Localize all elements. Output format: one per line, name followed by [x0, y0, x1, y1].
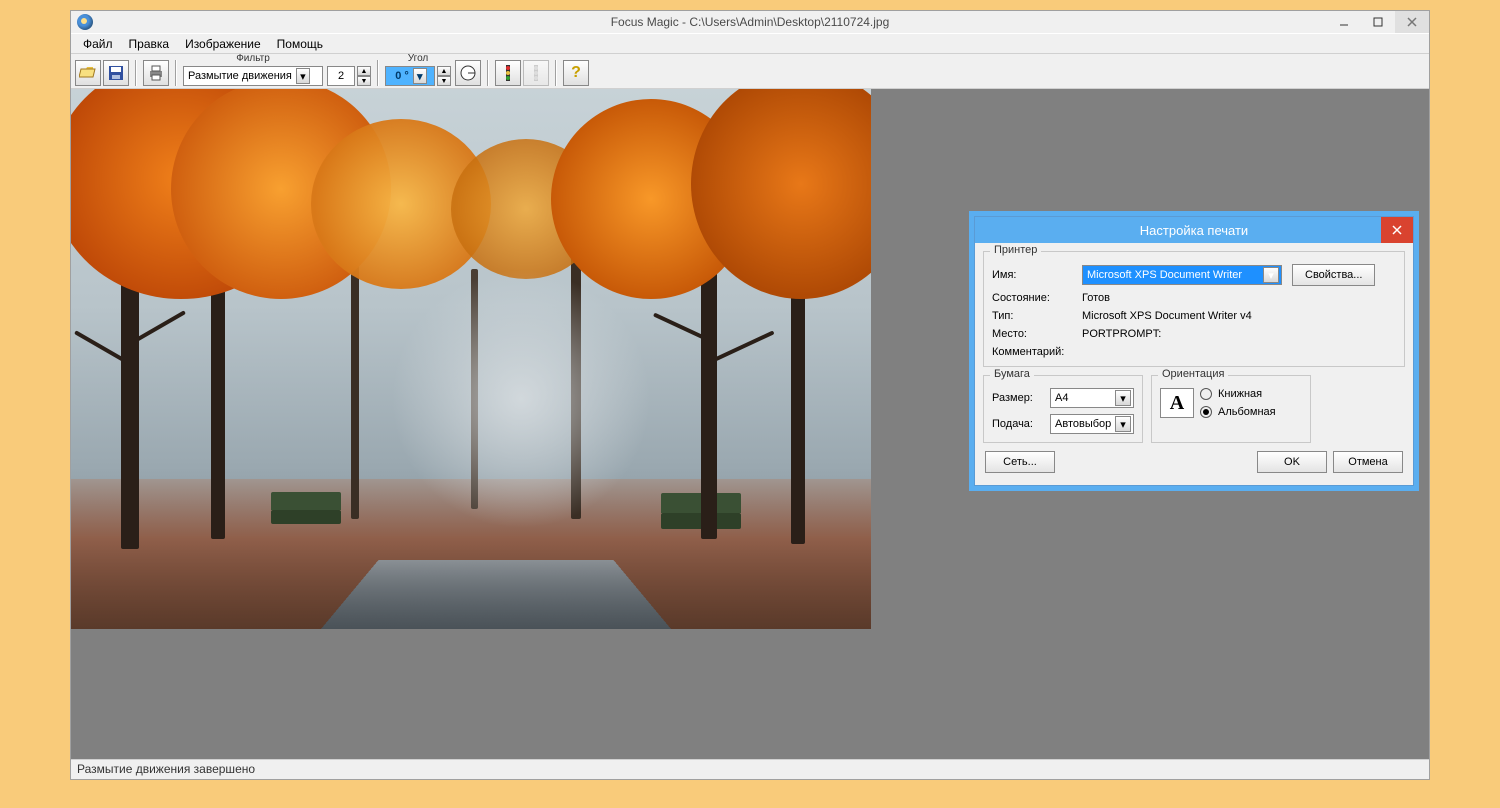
chevron-down-icon: ▾ [1115, 416, 1131, 432]
angle-dial-button[interactable] [455, 60, 481, 86]
statusbar: Размытие движения завершено [71, 759, 1429, 779]
filter-combo[interactable]: Размытие движения ▾ [183, 66, 323, 86]
status-label: Состояние: [992, 292, 1082, 304]
angle-spinner-down[interactable]: ▼ [437, 76, 451, 86]
printer-groupbox: Принтер Имя: Microsoft XPS Document Writ… [983, 251, 1405, 367]
toolbar-separator [555, 60, 557, 86]
spinner-down[interactable]: ▼ [357, 76, 371, 86]
orientation-groupbox: Ориентация A Книжная Альбомная [1151, 375, 1311, 443]
printer-legend: Принтер [990, 244, 1041, 256]
angle-label: Угол [408, 54, 429, 66]
minimize-button[interactable] [1327, 11, 1361, 33]
toolbar-separator [377, 60, 379, 86]
toolbar-separator [135, 60, 137, 86]
where-label: Место: [992, 328, 1082, 340]
landscape-radio[interactable]: Альбомная [1200, 406, 1276, 418]
image-canvas [71, 89, 871, 629]
network-button[interactable]: Сеть... [985, 451, 1055, 473]
orientation-legend: Ориентация [1158, 368, 1228, 380]
help-button[interactable]: ? [563, 60, 589, 86]
orientation-icon: A [1160, 388, 1194, 418]
toolbar-separator [487, 60, 489, 86]
chevron-down-icon: ▾ [1115, 390, 1131, 406]
paper-size-value: A4 [1055, 392, 1068, 404]
menu-help[interactable]: Помощь [269, 35, 331, 53]
angle-combo[interactable]: 0 ° ▾ [385, 66, 435, 86]
radio-icon [1200, 388, 1212, 400]
comment-label: Комментарий: [992, 346, 1082, 358]
paper-source-value: Автовыбор [1055, 418, 1111, 430]
paper-size-combo[interactable]: A4 ▾ [1050, 388, 1134, 408]
chevron-down-icon: ▾ [413, 68, 427, 84]
size-label: Размер: [992, 392, 1050, 404]
menu-image[interactable]: Изображение [177, 35, 269, 53]
blur-width-input[interactable]: 2 [327, 66, 355, 86]
app-icon [77, 14, 93, 30]
landscape-label: Альбомная [1218, 406, 1276, 418]
menubar: Файл Правка Изображение Помощь [71, 33, 1429, 53]
paper-source-combo[interactable]: Автовыбор ▾ [1050, 414, 1134, 434]
type-value: Microsoft XPS Document Writer v4 [1082, 310, 1252, 322]
properties-button[interactable]: Свойства... [1292, 264, 1375, 286]
app-window: Focus Magic - C:\Users\Admin\Desktop\211… [70, 10, 1430, 780]
dialog-titlebar[interactable]: Настройка печати [975, 217, 1413, 243]
filter-value: Размытие движения [188, 70, 292, 82]
toolbar-separator [175, 60, 177, 86]
portrait-radio[interactable]: Книжная [1200, 388, 1276, 400]
open-button[interactable] [75, 60, 101, 86]
paper-groupbox: Бумага Размер: A4 ▾ Подача: Автовыбор ▾ [983, 375, 1143, 443]
titlebar: Focus Magic - C:\Users\Admin\Desktop\211… [71, 11, 1429, 33]
print-button[interactable] [143, 60, 169, 86]
source-label: Подача: [992, 418, 1050, 430]
angle-value: 0 ° [395, 70, 409, 82]
paper-legend: Бумага [990, 368, 1034, 380]
portrait-label: Книжная [1218, 388, 1262, 400]
status-text: Размытие движения завершено [77, 762, 255, 776]
chevron-down-icon: ▾ [296, 68, 310, 84]
where-value: PORTPROMPT: [1082, 328, 1161, 340]
type-label: Тип: [992, 310, 1082, 322]
question-icon: ? [571, 64, 581, 82]
filter-label: Фильтр [236, 54, 270, 66]
maximize-button[interactable] [1361, 11, 1395, 33]
spinner-up[interactable]: ▲ [357, 66, 371, 76]
status-value: Готов [1082, 292, 1110, 304]
radio-icon [1200, 406, 1212, 418]
save-button[interactable] [103, 60, 129, 86]
dialog-title: Настройка печати [1140, 223, 1248, 238]
chevron-down-icon: ▾ [1263, 267, 1279, 283]
printer-name-label: Имя: [992, 269, 1082, 281]
cancel-button[interactable]: Отмена [1333, 451, 1403, 473]
dialog-close-button[interactable] [1381, 217, 1413, 243]
angle-spinner-up[interactable]: ▲ [437, 66, 451, 76]
printer-name-combo[interactable]: Microsoft XPS Document Writer ▾ [1082, 265, 1282, 285]
close-button[interactable] [1395, 11, 1429, 33]
undo-button[interactable] [523, 60, 549, 86]
process-button[interactable] [495, 60, 521, 86]
window-title: Focus Magic - C:\Users\Admin\Desktop\211… [71, 15, 1429, 29]
ok-button[interactable]: OK [1257, 451, 1327, 473]
print-setup-dialog: Настройка печати Принтер Имя: Microsoft … [974, 216, 1414, 486]
toolbar: Фильтр Размытие движения ▾ 2 ▲ ▼ Угол [71, 53, 1429, 89]
printer-name-value: Microsoft XPS Document Writer [1087, 269, 1242, 281]
